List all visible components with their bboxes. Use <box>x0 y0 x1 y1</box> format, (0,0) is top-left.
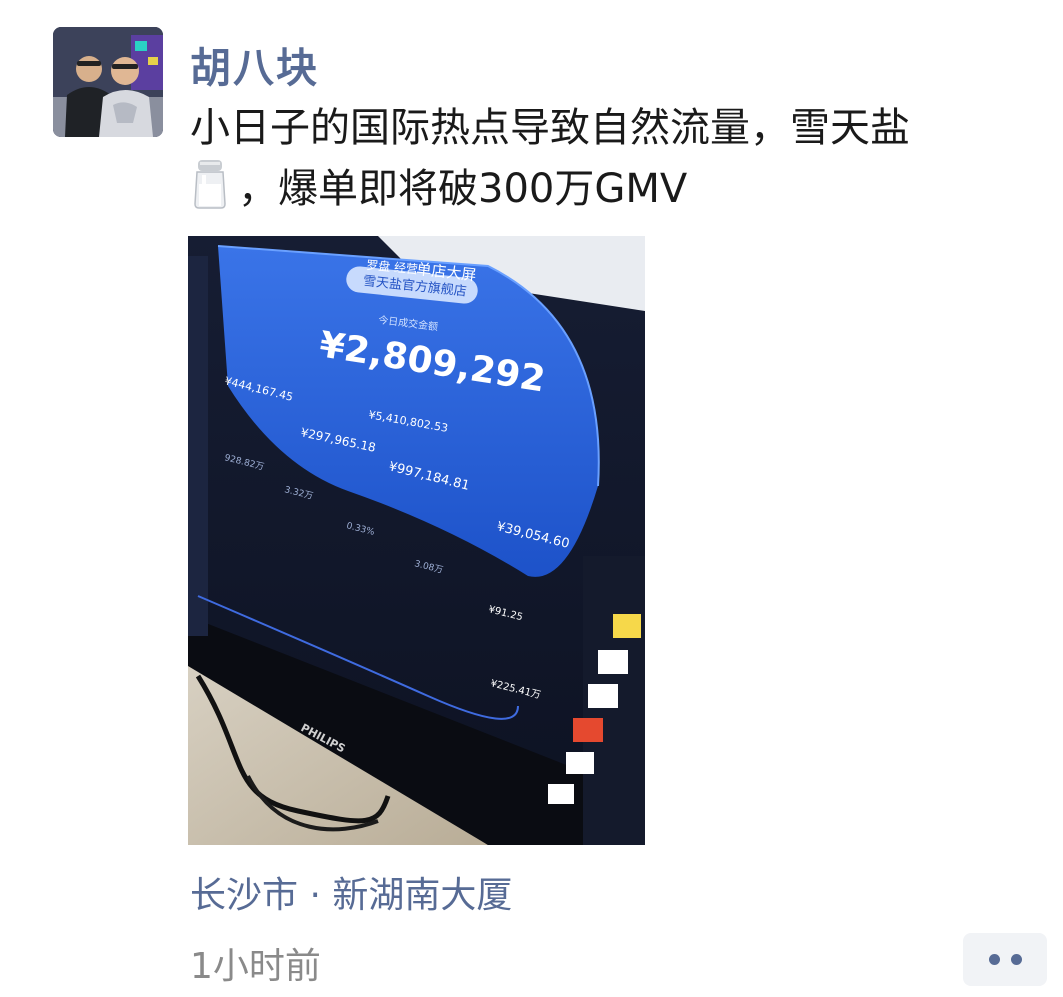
post-text-line2-wrap: ，爆单即将破300万GMV <box>190 158 1020 219</box>
post-photo[interactable]: 雪天盐官方旗舰店 罗盘 经营 单店大屏 今日成交金额 ¥2,809,292 ¥4… <box>188 236 645 845</box>
dot <box>988 954 1000 965</box>
post-text-line2: ，爆单即将破300万GMV <box>238 166 688 212</box>
author-avatar[interactable] <box>53 27 163 137</box>
post-text: 小日子的国际热点导致自然流量，雪天盐 ，爆单即将破300万GMV <box>190 98 1020 219</box>
post-location[interactable]: 长沙市 · 新湖南大厦 <box>190 866 512 918</box>
post-text-line1: 小日子的国际热点导致自然流量，雪天盐 <box>190 105 910 151</box>
avatar-photo <box>53 27 163 137</box>
moments-post: 胡八块 小日子的国际热点导致自然流量，雪天盐 ，爆单即将破300万GMV 雪天盐… <box>0 0 1063 997</box>
author-name[interactable]: 胡八块 <box>190 34 319 94</box>
dashboard-photo: 雪天盐官方旗舰店 罗盘 经营 单店大屏 今日成交金额 ¥2,809,292 ¥4… <box>188 236 645 845</box>
salt-shaker-icon <box>194 160 226 209</box>
more-dots-icon[interactable] <box>963 933 1047 986</box>
post-timestamp: 1小时前 <box>190 946 321 987</box>
dot <box>1010 954 1022 965</box>
